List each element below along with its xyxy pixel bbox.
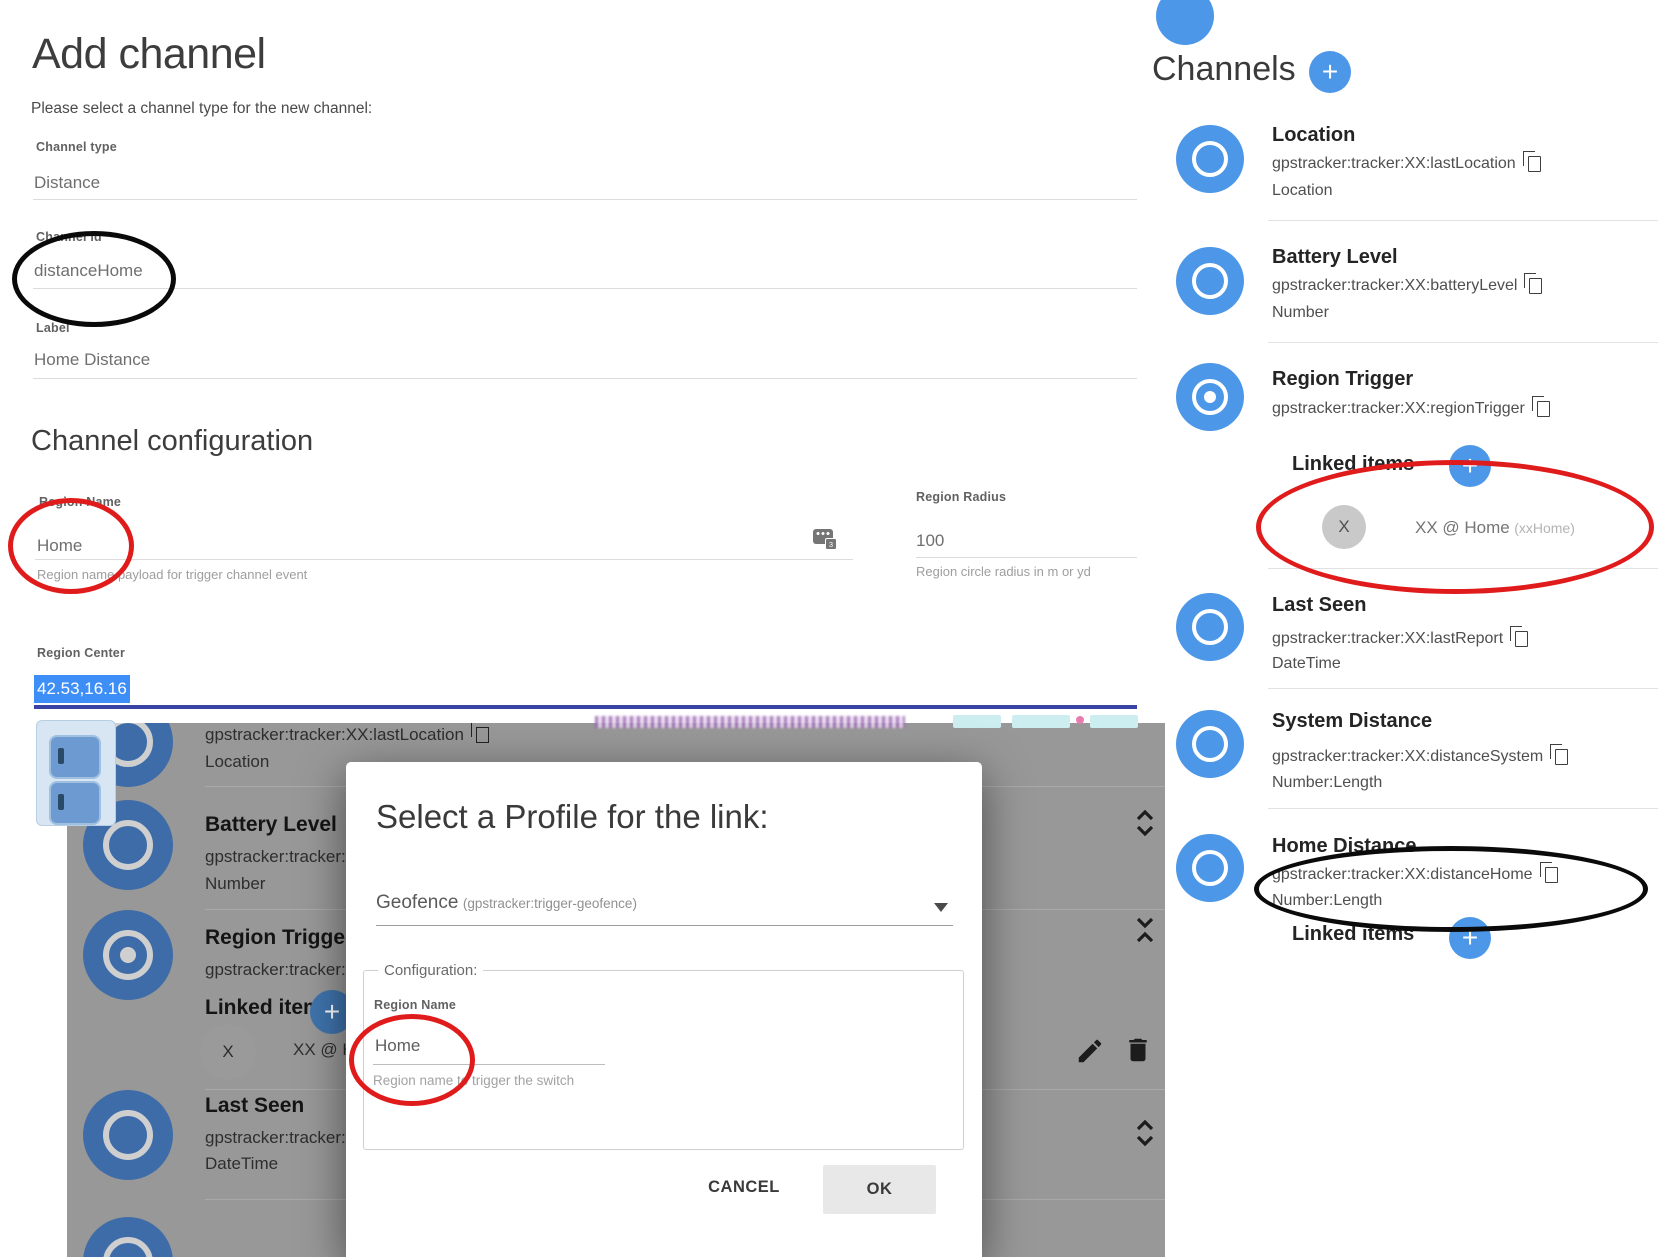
divider bbox=[376, 925, 953, 926]
intro-text: Please select a channel type for the new… bbox=[31, 100, 372, 118]
profile-name: Geofence bbox=[376, 892, 458, 913]
profile-id: (gpstracker:trigger-geofence) bbox=[463, 896, 637, 911]
channel-avatar-home-distance-icon bbox=[1176, 834, 1244, 902]
edit-pencil-icon[interactable] bbox=[1075, 1036, 1105, 1066]
keypad-key bbox=[49, 735, 101, 779]
annotation-circle-region-name bbox=[8, 498, 134, 594]
fieldset-legend: Configuration: bbox=[378, 962, 483, 979]
unfold-less-icon[interactable] bbox=[1132, 915, 1158, 945]
channel-type: Location bbox=[1272, 182, 1333, 200]
channel-type: Number:Length bbox=[1272, 774, 1382, 792]
region-center-label: Region Center bbox=[37, 646, 125, 660]
dialog-region-name-label: Region Name bbox=[374, 998, 456, 1012]
channel-title: Region Trigger bbox=[1272, 368, 1413, 391]
profile-keypad-icon[interactable]: 3 bbox=[813, 529, 833, 544]
divider bbox=[916, 557, 1137, 558]
channel-avatar-location-icon bbox=[1176, 125, 1244, 193]
region-radius-helper: Region circle radius in m or yd bbox=[916, 564, 1091, 579]
channel-avatar-system-distance-icon bbox=[1176, 710, 1244, 778]
chevron-down-icon[interactable] bbox=[934, 903, 948, 912]
profile-select[interactable]: Geofence (gpstracker:trigger-geofence) bbox=[376, 892, 637, 914]
divider bbox=[35, 559, 853, 560]
unfold-more-icon[interactable] bbox=[1132, 808, 1158, 838]
channel-type: Number bbox=[1272, 304, 1329, 322]
config-heading: Channel configuration bbox=[31, 425, 313, 458]
annotation-circle-home-distance bbox=[1254, 846, 1648, 932]
cancel-button[interactable]: CANCEL bbox=[694, 1178, 794, 1197]
partial-avatar-icon bbox=[1156, 0, 1214, 45]
screenshot-sliver bbox=[595, 716, 905, 728]
add-channel-button[interactable]: + bbox=[1309, 51, 1351, 93]
divider bbox=[33, 378, 1137, 379]
page-title: Add channel bbox=[32, 30, 266, 79]
bg-last-seen-type: DateTime bbox=[205, 1154, 278, 1174]
channel-avatar-battery-icon bbox=[1176, 247, 1244, 315]
unfold-more-icon[interactable] bbox=[1132, 1118, 1158, 1148]
channel-uri-row: gpstracker:tracker:XX:lastReport bbox=[1272, 630, 1528, 648]
channel-uri-row: gpstracker:tracker:XX:batteryLevel bbox=[1272, 277, 1542, 295]
bg-battery-type: Number bbox=[205, 874, 265, 894]
channel-avatar-next-icon bbox=[83, 1217, 173, 1257]
copy-icon[interactable] bbox=[1555, 749, 1568, 765]
region-center-input[interactable]: 42.53,16.16 bbox=[34, 675, 130, 703]
ok-button[interactable]: OK bbox=[823, 1165, 936, 1214]
delete-trash-icon[interactable] bbox=[1123, 1034, 1153, 1066]
bg-location-type: Location bbox=[205, 752, 269, 772]
channel-type: DateTime bbox=[1272, 655, 1341, 673]
divider bbox=[33, 199, 1137, 200]
copy-icon[interactable] bbox=[476, 727, 489, 743]
focus-underline bbox=[34, 705, 1137, 709]
channel-avatar-region-trigger-icon bbox=[1176, 363, 1244, 431]
channel-avatar-last-seen-icon bbox=[83, 1090, 173, 1180]
copy-icon[interactable] bbox=[1515, 631, 1528, 647]
screen: Add channel Please select a channel type… bbox=[0, 0, 1670, 1257]
dialog-title: Select a Profile for the link: bbox=[376, 798, 769, 836]
screenshot-sliver bbox=[1012, 715, 1070, 728]
annotation-circle-dialog-region-name bbox=[349, 1014, 475, 1106]
profile-dialog: Select a Profile for the link: Geofence … bbox=[346, 762, 982, 1257]
channel-uri-row: gpstracker:tracker:XX:lastLocation bbox=[1272, 155, 1541, 173]
annotation-circle-linked-item bbox=[1256, 460, 1654, 594]
channels-heading: Channels bbox=[1152, 50, 1296, 89]
divider bbox=[1268, 220, 1658, 221]
channel-title: System Distance bbox=[1272, 710, 1432, 733]
channel-title: Location bbox=[1272, 124, 1355, 147]
copy-icon[interactable] bbox=[1529, 278, 1542, 294]
channel-title: Last Seen bbox=[1272, 594, 1366, 617]
keypad-key bbox=[49, 781, 101, 825]
region-radius-label: Region Radius bbox=[916, 490, 1006, 504]
channel-avatar-last-seen-icon bbox=[1176, 593, 1244, 661]
screenshot-sliver bbox=[953, 715, 1001, 728]
copy-icon[interactable] bbox=[1528, 156, 1541, 172]
screenshot-sliver-dot bbox=[1076, 716, 1084, 724]
keypad-widget bbox=[36, 720, 116, 826]
divider bbox=[1268, 808, 1658, 809]
bg-battery-title: Battery Level bbox=[205, 813, 337, 837]
divider bbox=[33, 288, 1137, 289]
bg-location-uri: gpstracker:tracker:XX:lastLocation bbox=[205, 725, 489, 745]
screenshot-sliver bbox=[1090, 715, 1138, 728]
annotation-circle-channel-id bbox=[12, 231, 176, 327]
channel-type-label: Channel type bbox=[36, 140, 117, 154]
linked-item-avatar: X bbox=[200, 1024, 256, 1080]
region-radius-input[interactable]: 100 bbox=[916, 531, 944, 551]
label-field-input[interactable]: Home Distance bbox=[34, 350, 150, 370]
channel-title: Battery Level bbox=[1272, 246, 1398, 269]
bg-region-trigger-title: Region Trigger bbox=[205, 926, 353, 950]
channel-type-value[interactable]: Distance bbox=[34, 173, 100, 193]
channel-uri-row: gpstracker:tracker:XX:distanceSystem bbox=[1272, 748, 1568, 766]
bg-last-seen-title: Last Seen bbox=[205, 1094, 304, 1118]
channel-uri-row: gpstracker:tracker:XX:regionTrigger bbox=[1272, 400, 1550, 418]
divider bbox=[1268, 688, 1658, 689]
divider bbox=[1268, 342, 1658, 343]
channel-avatar-region-trigger-icon bbox=[83, 910, 173, 1000]
copy-icon[interactable] bbox=[1537, 401, 1550, 417]
